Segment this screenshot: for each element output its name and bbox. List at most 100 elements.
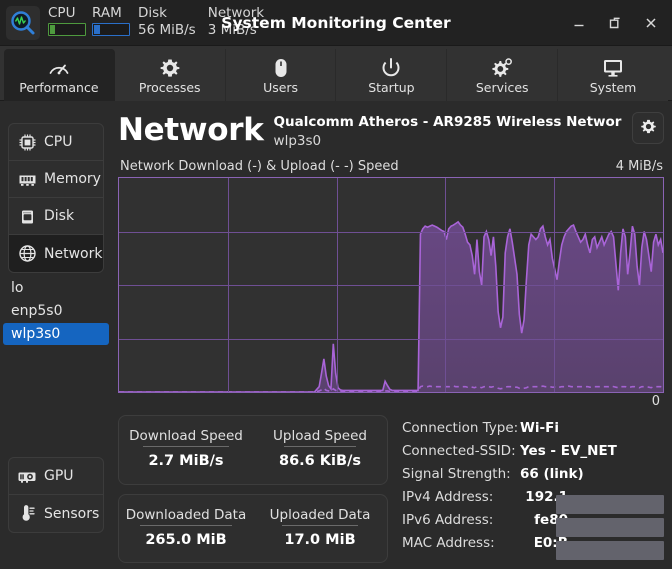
info-key: Connected-SSID: — [402, 443, 516, 459]
thermometer-icon — [16, 504, 38, 523]
tab-label: Startup — [368, 79, 415, 95]
content-body: CPU Memory Disk Network lo enp5s0 wlp3s0… — [0, 101, 672, 569]
speed-stats-card: Download Speed 2.7 MiB/s Upload Speed 86… — [118, 415, 388, 485]
sidebar-item-disk[interactable]: Disk — [9, 198, 103, 235]
globe-icon — [16, 244, 38, 263]
disk-rate: 56 MiB/s — [138, 21, 196, 38]
info-value: Wi-Fi — [520, 420, 559, 436]
app-logo-icon — [6, 5, 40, 40]
close-button[interactable] — [634, 7, 668, 39]
monitor-icon — [601, 56, 625, 80]
restore-button[interactable] — [598, 7, 632, 39]
sidebar-extra-group: GPU Sensors — [8, 457, 104, 533]
tab-processes[interactable]: Processes — [114, 49, 226, 101]
interface-item-wlp3s0[interactable]: wlp3s0 — [3, 323, 109, 345]
sidebar-item-label: Memory — [44, 171, 101, 187]
cpu-label: CPU — [48, 4, 76, 21]
main-tab-bar: Performance Processes Users Startup Serv… — [0, 46, 672, 101]
system-monitor-indicators: CPU RAM Disk 56 MiB/s Network 3 MiB/s — [48, 3, 264, 43]
sidebar-item-network[interactable]: Network — [9, 235, 103, 272]
ram-label: RAM — [92, 4, 122, 21]
gear-icon — [640, 118, 657, 139]
sidebar-item-label: Network — [44, 245, 103, 262]
stat-label: Downloaded Data — [126, 507, 246, 526]
sidebar-item-label: CPU — [44, 134, 73, 150]
tab-services[interactable]: Services — [447, 49, 559, 101]
title-bar: CPU RAM Disk 56 MiB/s Network 3 MiB/s Sy… — [0, 0, 672, 46]
hard-disk-icon — [16, 207, 38, 226]
tab-performance[interactable]: Performance — [4, 49, 115, 101]
info-key: IPv4 Address: — [402, 489, 494, 505]
upload-speed-stat: Upload Speed 86.6 KiB/s — [253, 428, 387, 471]
gear-small-icon — [490, 56, 514, 80]
app-window: CPU RAM Disk 56 MiB/s Network 3 MiB/s Sy… — [0, 0, 672, 569]
chart-legend: Network Download (-) & Upload (- -) Spee… — [118, 159, 664, 177]
connection-info-panel: Connection Type: Wi-Fi Connected-SSID: Y… — [396, 415, 664, 563]
tab-startup[interactable]: Startup — [336, 49, 448, 101]
interface-item-lo[interactable]: lo — [3, 277, 109, 299]
disk-indicator: Disk 56 MiB/s — [138, 4, 196, 38]
stat-value: 2.7 MiB/s — [148, 453, 224, 470]
ram-meter — [92, 22, 130, 36]
sidebar-item-label: Sensors — [44, 505, 100, 522]
info-key: MAC Address: — [402, 535, 495, 551]
minimize-button[interactable] — [562, 7, 596, 39]
network-rate: 3 MiB/s — [207, 21, 257, 38]
redaction-box-ipv6 — [556, 518, 664, 537]
downloaded-data-stat: Downloaded Data 265.0 MiB — [119, 507, 253, 550]
cpu-meter — [48, 22, 86, 36]
power-icon — [380, 56, 402, 80]
gauge-icon — [47, 56, 71, 80]
chart-ymax-label: 4 MiB/s — [615, 159, 663, 174]
stat-value: 17.0 MiB — [284, 531, 356, 548]
tab-label: System — [589, 79, 637, 95]
info-key: IPv6 Address: — [402, 512, 494, 528]
download-speed-stat: Download Speed 2.7 MiB/s — [119, 428, 253, 471]
bottom-panels: Download Speed 2.7 MiB/s Upload Speed 86… — [118, 409, 664, 563]
info-value: 66 (link) — [520, 466, 584, 482]
interface-item-enp5s0[interactable]: enp5s0 — [3, 300, 109, 322]
info-key: Signal Strength: — [402, 466, 511, 482]
main-panel: Network Qualcomm Atheros - AR9285 Wirele… — [112, 101, 672, 569]
stat-label: Uploaded Data — [270, 507, 370, 526]
sidebar-item-gpu[interactable]: GPU — [9, 458, 103, 495]
gpu-card-icon — [16, 467, 38, 486]
redaction-box-mac — [556, 541, 664, 560]
chart-ymin-label: 0 — [651, 394, 660, 409]
device-name: Qualcomm Atheros - AR9285 Wireless Netwo… — [273, 114, 622, 130]
stat-value: 265.0 MiB — [145, 531, 227, 548]
info-row-signal-strength: Signal Strength: 66 (link) — [402, 463, 664, 486]
data-stats-card: Downloaded Data 265.0 MiB Uploaded Data … — [118, 493, 388, 563]
network-speed-chart — [118, 177, 664, 393]
tab-users[interactable]: Users — [225, 49, 337, 101]
sidebar-item-label: GPU — [44, 468, 74, 484]
redaction-box-ipv4 — [556, 495, 664, 514]
stat-label: Upload Speed — [273, 428, 367, 448]
uploaded-data-stat: Uploaded Data 17.0 MiB — [253, 507, 387, 550]
tab-label: Performance — [19, 79, 99, 95]
interface-label: enp5s0 — [11, 303, 63, 319]
page-title: Network — [118, 112, 264, 148]
tab-label: Processes — [138, 79, 201, 95]
gear-icon — [159, 56, 181, 80]
info-row-ipv4-address: IPv4 Address: 192.1 — [402, 486, 664, 514]
network-label: Network — [207, 4, 265, 21]
interface-label: lo — [11, 280, 24, 296]
stat-label: Download Speed — [129, 428, 243, 448]
mouse-icon — [273, 56, 289, 80]
tab-system[interactable]: System — [558, 49, 668, 101]
device-interface: wlp3s0 — [273, 133, 322, 149]
sidebar-item-cpu[interactable]: CPU — [9, 124, 103, 161]
ram-indicator: RAM — [92, 4, 130, 36]
tab-label: Users — [263, 79, 299, 95]
cpu-chip-icon — [16, 133, 38, 152]
stats-column: Download Speed 2.7 MiB/s Upload Speed 86… — [118, 415, 388, 563]
chart-title: Network Download (-) & Upload (- -) Spee… — [120, 159, 399, 174]
interface-label: wlp3s0 — [11, 326, 61, 342]
disk-label: Disk — [138, 4, 167, 21]
sidebar-item-memory[interactable]: Memory — [9, 161, 103, 198]
sidebar-device-group: CPU Memory Disk Network — [8, 123, 104, 273]
sidebar-item-sensors[interactable]: Sensors — [9, 495, 103, 532]
settings-button[interactable] — [632, 112, 664, 144]
info-row-connected-ssid: Connected-SSID: Yes - EV_NET — [402, 440, 664, 463]
